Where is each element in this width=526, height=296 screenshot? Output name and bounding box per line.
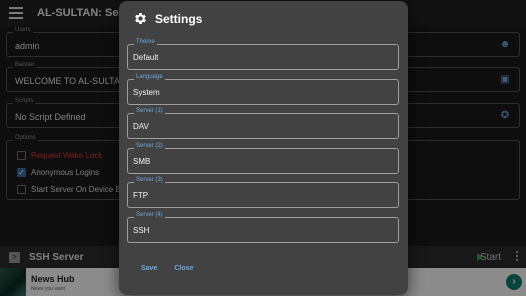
- server-1-value: DAV: [133, 122, 149, 131]
- language-field[interactable]: Language System: [127, 74, 399, 105]
- theme-field[interactable]: Theme Default: [127, 39, 399, 70]
- server-4-label: Server (4): [134, 212, 165, 218]
- save-button[interactable]: Save: [141, 265, 157, 272]
- server-2-value: SMB: [133, 157, 151, 166]
- dialog-title: Settings: [155, 11, 203, 26]
- server-2-label: Server (2): [134, 143, 165, 149]
- server-3-label: Server (3): [134, 177, 165, 183]
- server-2-field[interactable]: Server (2) SMB: [127, 143, 399, 174]
- gear-icon: [135, 13, 146, 24]
- language-label: Language: [134, 74, 165, 80]
- dialog-actions: Save Close: [141, 265, 193, 272]
- server-3-field[interactable]: Server (3) FTP: [127, 177, 399, 208]
- server-1-field[interactable]: Server (1) DAV: [127, 108, 399, 139]
- server-1-label: Server (1): [134, 108, 165, 114]
- server-4-value: SSH: [133, 226, 150, 235]
- language-value: System: [133, 88, 160, 97]
- settings-dialog: Settings Theme Default Language System S…: [119, 1, 408, 295]
- theme-label: Theme: [134, 39, 157, 45]
- theme-value: Default: [133, 53, 159, 62]
- dialog-header: Settings: [133, 11, 202, 26]
- server-3-value: FTP: [133, 191, 149, 200]
- screen: AL-SULTAN: Serve Users admin ☻ Banner WE…: [0, 0, 526, 296]
- server-4-field[interactable]: Server (4) SSH: [127, 212, 399, 243]
- close-button[interactable]: Close: [174, 265, 193, 272]
